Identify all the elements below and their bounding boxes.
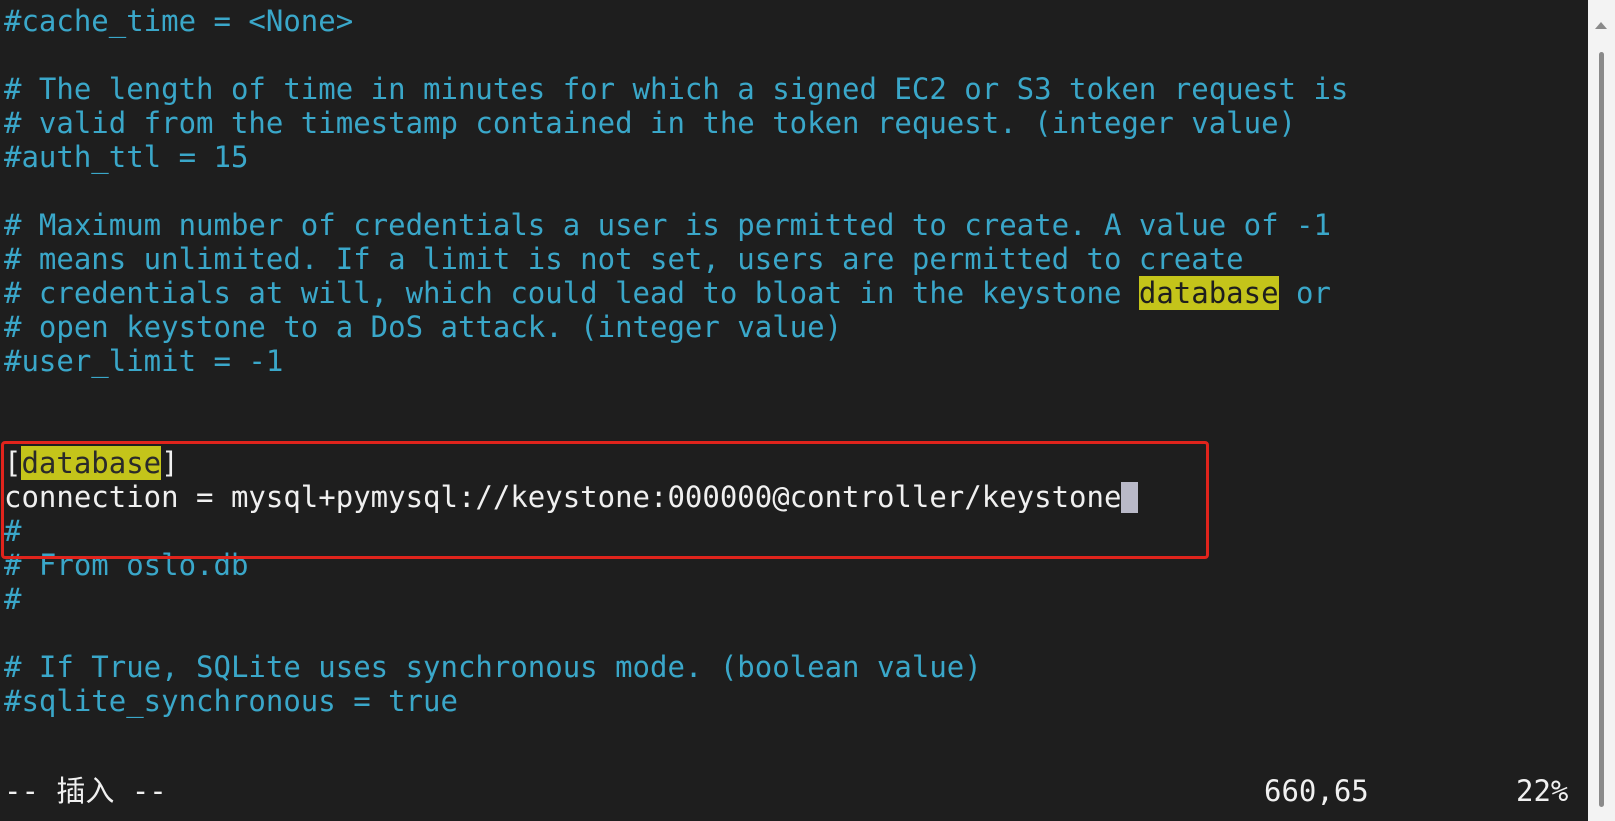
vertical-scrollbar[interactable] [1588, 0, 1615, 821]
search-match-highlight: database [21, 446, 162, 480]
line-text: connection = mysql+pymysql://keystone:00… [4, 480, 1122, 514]
line-text: # Maximum number of credentials a user i… [4, 208, 1331, 242]
code-line: # valid from the timestamp contained in … [4, 106, 1296, 140]
line-text: # From oslo.db [4, 548, 249, 582]
code-line: #sqlite_synchronous = true [4, 684, 458, 718]
bracket-open: [ [4, 446, 22, 480]
line-text: #sqlite_synchronous = true [4, 684, 458, 718]
bracket-close: ] [161, 446, 179, 480]
text-cursor [1121, 482, 1139, 513]
line-text: # credentials at will, which could lead … [4, 276, 1139, 310]
scroll-up-arrow-icon[interactable] [1595, 22, 1607, 29]
line-text: # If True, SQLite uses synchronous mode.… [4, 650, 982, 684]
code-line: # credentials at will, which could lead … [4, 276, 1331, 310]
code-line: # [4, 514, 21, 548]
code-line-section-header: [database] [4, 446, 179, 480]
scrollbar-thumb[interactable] [1599, 52, 1604, 807]
code-line: # open keystone to a DoS attack. (intege… [4, 310, 842, 344]
scroll-percent: 22% [1516, 774, 1569, 808]
code-line-connection: connection = mysql+pymysql://keystone:00… [4, 480, 1139, 514]
line-text: #user_limit = -1 [4, 344, 284, 378]
code-line: #cache_time = <None> [4, 4, 353, 38]
code-line: # If True, SQLite uses synchronous mode.… [4, 650, 982, 684]
line-text: # open keystone to a DoS attack. (intege… [4, 310, 843, 344]
line-text: # [4, 582, 22, 616]
line-text: or [1278, 276, 1331, 310]
code-line: # Maximum number of credentials a user i… [4, 208, 1331, 242]
mode-indicator: -- 插入 -- [4, 774, 167, 808]
line-text: #auth_ttl = 15 [4, 140, 249, 174]
code-line: #auth_ttl = 15 [4, 140, 248, 174]
code-line: # [4, 582, 21, 616]
line-text: # The length of time in minutes for whic… [4, 72, 1349, 106]
code-line: #user_limit = -1 [4, 344, 283, 378]
line-text: # [4, 514, 22, 548]
search-match-highlight: database [1138, 276, 1279, 310]
vim-editor[interactable]: #cache_time = <None> # The length of tim… [0, 0, 1588, 821]
code-line: # means unlimited. If a limit is not set… [4, 242, 1244, 276]
line-text: # valid from the timestamp contained in … [4, 106, 1297, 140]
code-line: # From oslo.db [4, 548, 248, 582]
cursor-position: 660,65 [1264, 774, 1369, 808]
code-line: # The length of time in minutes for whic… [4, 72, 1348, 106]
line-text: #cache_time = <None> [4, 4, 354, 38]
line-text: # means unlimited. If a limit is not set… [4, 242, 1244, 276]
